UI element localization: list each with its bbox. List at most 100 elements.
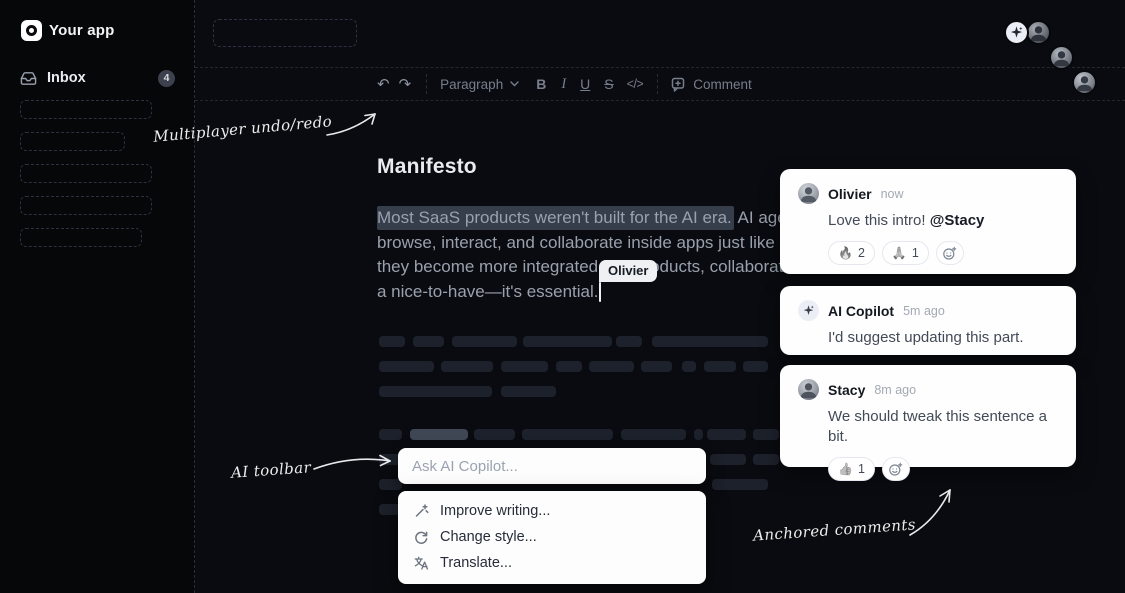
annotation-arrow-anchored-comments — [908, 484, 958, 538]
inbox-label: Inbox — [47, 70, 86, 86]
add-reaction-icon — [942, 246, 957, 261]
mention[interactable]: @Stacy — [930, 212, 985, 229]
avatar-ai-copilot-small — [798, 300, 819, 321]
thumbs-up-emoji: 👍 — [838, 462, 853, 476]
reaction-pill[interactable]: 🙏1 — [882, 241, 929, 265]
avatar-ai-copilot[interactable] — [1004, 20, 1029, 45]
sidebar-skeleton-item — [20, 228, 142, 247]
skeleton-block-comment-anchor[interactable] — [410, 429, 468, 440]
add-reaction-button[interactable] — [882, 457, 910, 481]
menu-item-label: Translate... — [440, 555, 512, 571]
avatar-olivier — [798, 183, 819, 204]
person-icon — [798, 379, 819, 400]
undo-button[interactable]: ↶ — [377, 77, 390, 92]
toolbar-top-border — [195, 67, 1125, 68]
reaction-pill[interactable]: 🔥2 — [828, 241, 875, 265]
skeleton-block — [652, 336, 768, 347]
skeleton-block — [743, 361, 768, 372]
annotation-arrow-undo-redo — [325, 107, 381, 139]
comment-header: AI Copilot 5m ago — [798, 300, 1060, 321]
skeleton-block — [753, 454, 779, 465]
skeleton-block — [589, 361, 634, 372]
comment-button[interactable]: Comment — [670, 76, 752, 92]
chevron-down-icon — [510, 81, 519, 87]
skeleton-block — [413, 336, 444, 347]
underline-button[interactable]: U — [580, 76, 590, 92]
collaborator-cursor-caret — [599, 282, 601, 302]
toolbar-divider — [426, 74, 427, 94]
reaction-count: 1 — [912, 246, 919, 260]
menu-item-label: Change style... — [440, 529, 537, 545]
comment-reactions: 👍1 — [828, 457, 1060, 481]
menu-item-change-style[interactable]: Change style... — [398, 524, 706, 550]
redo-button[interactable]: ↷ — [399, 77, 412, 92]
sidebar-skeleton-item — [20, 196, 152, 215]
reaction-count: 2 — [858, 246, 865, 260]
skeleton-block — [379, 361, 434, 372]
avatar-user-2[interactable] — [1049, 45, 1074, 70]
comment-thread-stacy[interactable]: Stacy 8m ago We should tweak this senten… — [780, 365, 1076, 467]
menu-item-translate[interactable]: Translate... — [398, 550, 706, 576]
add-reaction-icon — [888, 462, 903, 477]
skeleton-block — [501, 386, 556, 397]
reaction-pill[interactable]: 👍1 — [828, 457, 875, 481]
strikethrough-button[interactable]: S — [604, 76, 613, 92]
avatar-user-3[interactable] — [1072, 70, 1097, 95]
skeleton-block — [556, 361, 582, 372]
person-icon — [1074, 72, 1095, 93]
logo-ring-icon — [26, 25, 37, 36]
skeleton-block — [707, 429, 746, 440]
sidebar-divider — [194, 0, 195, 593]
comment-time: 5m ago — [903, 304, 945, 318]
skeleton-block — [694, 429, 703, 440]
app-name: Your app — [49, 22, 115, 39]
skeleton-block — [501, 361, 548, 372]
comment-thread-olivier[interactable]: Olivier now Love this intro! @Stacy 🔥2 🙏… — [780, 169, 1076, 274]
add-reaction-button[interactable] — [936, 241, 964, 265]
pray-emoji: 🙏 — [892, 246, 907, 260]
reaction-count: 1 — [858, 462, 865, 476]
skeleton-block — [379, 336, 405, 347]
document-paragraph[interactable]: Most SaaS products weren't built for the… — [377, 206, 837, 304]
skeleton-block — [379, 429, 402, 440]
ai-prompt-field[interactable] — [398, 448, 706, 484]
app-logo — [21, 20, 42, 41]
comment-header: Olivier now — [798, 183, 1060, 204]
skeleton-block — [452, 336, 517, 347]
skeleton-block — [704, 361, 736, 372]
wand-icon — [413, 503, 429, 519]
skeleton-block — [682, 361, 696, 372]
paragraph-line: Most SaaS products weren't built for the… — [377, 206, 837, 231]
menu-item-improve-writing[interactable]: Improve writing... — [398, 498, 706, 524]
sidebar-skeleton-item — [20, 100, 152, 119]
ai-prompt-input[interactable] — [398, 458, 706, 475]
sidebar-skeleton-item — [20, 164, 152, 183]
italic-button[interactable]: I — [561, 76, 566, 93]
code-button[interactable]: </> — [627, 77, 644, 91]
comment-header: Stacy 8m ago — [798, 379, 1060, 400]
sidebar-skeleton-item — [20, 132, 125, 151]
collaborator-cursor-label: Olivier — [599, 260, 657, 282]
paragraph-line: browse, interact, and collaborate inside… — [377, 231, 837, 256]
sidebar-item-inbox[interactable]: Inbox 4 — [20, 68, 175, 88]
sparkle-icon — [1009, 25, 1024, 40]
avatar-user-1[interactable] — [1026, 20, 1051, 45]
comment-plus-icon — [670, 76, 686, 92]
paragraph-style-dropdown[interactable]: Paragraph — [440, 77, 519, 92]
comment-thread-ai-copilot[interactable]: AI Copilot 5m ago I'd suggest updating t… — [780, 286, 1076, 355]
comment-time: 8m ago — [874, 383, 916, 397]
skeleton-block — [522, 429, 613, 440]
skeleton-block — [523, 336, 612, 347]
paragraph-line: a nice-to-have—it's essential. — [377, 280, 837, 305]
skeleton-block — [379, 386, 492, 397]
skeleton-block — [753, 429, 779, 440]
app-window: Your app Inbox 4 ↶ ↷ Paragraph B I U S <… — [0, 0, 1125, 593]
comment-reactions: 🔥2 🙏1 — [828, 241, 1060, 265]
person-icon — [798, 183, 819, 204]
bold-button[interactable]: B — [536, 76, 546, 92]
comment-body: Love this intro! @Stacy — [828, 211, 1060, 231]
inbox-unread-badge: 4 — [158, 70, 175, 87]
skeleton-block — [621, 429, 686, 440]
person-icon — [1051, 47, 1072, 68]
topbar-skeleton-box — [213, 19, 357, 47]
